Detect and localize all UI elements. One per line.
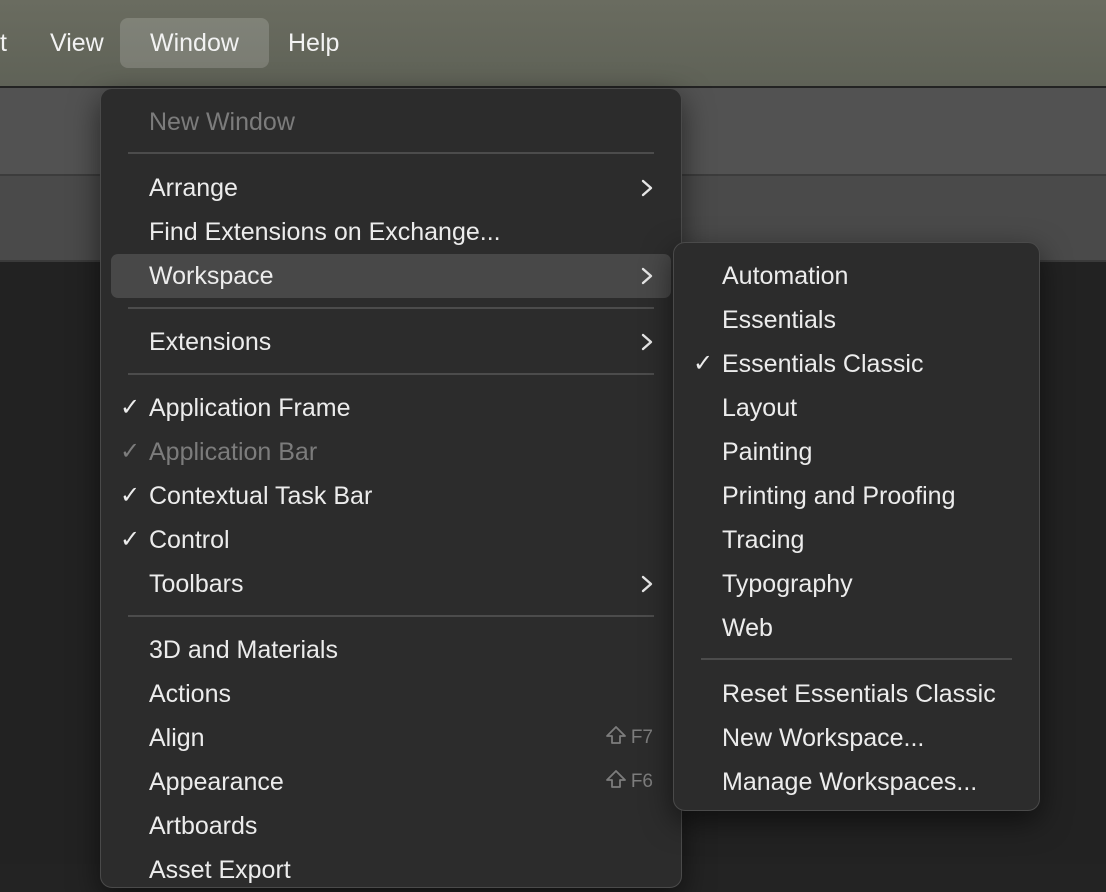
workspace-item-new-workspace[interactable]: New Workspace... bbox=[684, 716, 1029, 760]
workspace-item-painting[interactable]: Painting bbox=[684, 430, 1029, 474]
keyboard-shortcut: F6 bbox=[605, 760, 653, 804]
menu-item-label: Essentials Classic bbox=[722, 350, 924, 378]
chevron-right-icon bbox=[641, 575, 653, 593]
workspace-item-reset[interactable]: Reset Essentials Classic bbox=[684, 672, 1029, 716]
menu-separator bbox=[128, 152, 654, 154]
menu-item-label: New Window bbox=[149, 108, 295, 136]
chevron-right-icon bbox=[641, 333, 653, 351]
menu-item-label: Contextual Task Bar bbox=[149, 482, 373, 510]
menu-item-label: New Workspace... bbox=[722, 724, 925, 752]
workspace-item-essentials[interactable]: Essentials bbox=[684, 298, 1029, 342]
menu-item-label: Essentials bbox=[722, 306, 836, 334]
menu-item-label: Workspace bbox=[149, 262, 274, 290]
menu-item-label: Web bbox=[722, 614, 773, 642]
menu-item-asset-export[interactable]: Asset Export bbox=[111, 848, 671, 892]
menu-item-label: Tracing bbox=[722, 526, 805, 554]
workspace-item-essentials-classic[interactable]: ✓ Essentials Classic bbox=[684, 342, 1029, 386]
checkmark-icon: ✓ bbox=[120, 482, 141, 509]
workspace-item-manage[interactable]: Manage Workspaces... bbox=[684, 760, 1029, 804]
menu-item-label: Control bbox=[149, 526, 230, 554]
workspace-item-layout[interactable]: Layout bbox=[684, 386, 1029, 430]
menu-separator bbox=[128, 615, 654, 617]
window-menu: New Window Arrange Find Extensions on Ex… bbox=[100, 88, 682, 888]
menubar-window[interactable]: Window bbox=[120, 18, 269, 68]
menu-item-label: Printing and Proofing bbox=[722, 482, 956, 510]
checkmark-icon: ✓ bbox=[120, 438, 141, 465]
menu-item-arrange[interactable]: Arrange bbox=[111, 166, 671, 210]
menu-item-actions[interactable]: Actions bbox=[111, 672, 671, 716]
menu-item-contextual-task-bar[interactable]: ✓ Contextual Task Bar bbox=[111, 474, 671, 518]
menu-item-label: Find Extensions on Exchange... bbox=[149, 218, 501, 246]
menu-item-toolbars[interactable]: Toolbars bbox=[111, 562, 671, 606]
menu-item-label: Extensions bbox=[149, 328, 272, 356]
menu-item-application-bar: ✓ Application Bar bbox=[111, 430, 671, 474]
workspace-submenu: Automation Essentials ✓ Essentials Class… bbox=[673, 242, 1040, 811]
menu-item-label: Automation bbox=[722, 262, 849, 290]
menu-item-artboards[interactable]: Artboards bbox=[111, 804, 671, 848]
menu-item-label: Toolbars bbox=[149, 570, 244, 598]
menu-item-label: Artboards bbox=[149, 812, 258, 840]
shortcut-key: F6 bbox=[630, 771, 653, 792]
menu-item-appearance[interactable]: Appearance F6 bbox=[111, 760, 671, 804]
menubar-view[interactable]: View bbox=[20, 18, 134, 68]
menu-item-control[interactable]: ✓ Control bbox=[111, 518, 671, 562]
menubar-help[interactable]: Help bbox=[258, 18, 369, 68]
menu-separator bbox=[701, 658, 1012, 660]
menu-item-label: Align bbox=[149, 724, 205, 752]
menu-item-align[interactable]: Align F7 bbox=[111, 716, 671, 760]
menu-item-new-window: New Window bbox=[111, 100, 671, 144]
menu-separator bbox=[128, 307, 654, 309]
workspace-item-automation[interactable]: Automation bbox=[684, 254, 1029, 298]
menu-item-extensions[interactable]: Extensions bbox=[111, 320, 671, 364]
menu-item-label: Application Frame bbox=[149, 394, 351, 422]
menu-item-label: Painting bbox=[722, 438, 813, 466]
workspace-item-typography[interactable]: Typography bbox=[684, 562, 1029, 606]
menu-item-workspace[interactable]: Workspace bbox=[111, 254, 671, 298]
menu-item-application-frame[interactable]: ✓ Application Frame bbox=[111, 386, 671, 430]
menu-item-label: Application Bar bbox=[149, 438, 318, 466]
checkmark-icon: ✓ bbox=[120, 526, 141, 553]
workspace-item-web[interactable]: Web bbox=[684, 606, 1029, 650]
menubar: t View Window Help bbox=[0, 0, 1106, 86]
menu-item-find-extensions[interactable]: Find Extensions on Exchange... bbox=[111, 210, 671, 254]
menu-item-label: Manage Workspaces... bbox=[722, 768, 978, 796]
shift-key-icon bbox=[605, 726, 626, 744]
menu-item-label: Layout bbox=[722, 394, 798, 422]
workspace-item-printing-proofing[interactable]: Printing and Proofing bbox=[684, 474, 1029, 518]
workspace-item-tracing[interactable]: Tracing bbox=[684, 518, 1029, 562]
checkmark-icon: ✓ bbox=[693, 350, 714, 377]
menu-item-label: Appearance bbox=[149, 768, 284, 796]
menu-item-label: Reset Essentials Classic bbox=[722, 680, 996, 708]
menu-item-label: Arrange bbox=[149, 174, 238, 202]
menu-item-label: 3D and Materials bbox=[149, 636, 338, 664]
chevron-right-icon bbox=[641, 179, 653, 197]
chevron-right-icon bbox=[641, 267, 653, 285]
shortcut-key: F7 bbox=[630, 727, 653, 748]
checkmark-icon: ✓ bbox=[120, 394, 141, 421]
menu-item-label: Typography bbox=[722, 570, 853, 598]
shift-key-icon bbox=[605, 770, 626, 788]
menu-separator bbox=[128, 373, 654, 375]
keyboard-shortcut: F7 bbox=[605, 716, 653, 760]
menu-item-label: Actions bbox=[149, 680, 231, 708]
menu-item-3d-materials[interactable]: 3D and Materials bbox=[111, 628, 671, 672]
menu-item-label: Asset Export bbox=[149, 856, 291, 884]
